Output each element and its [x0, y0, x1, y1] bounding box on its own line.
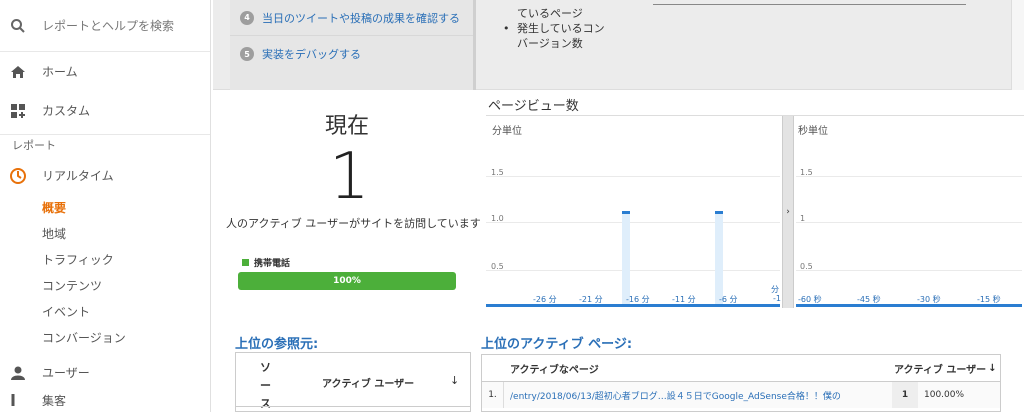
search-icon — [0, 18, 36, 34]
bullet-text: ているページ — [517, 7, 583, 20]
nav-users[interactable]: ユーザー — [0, 353, 210, 392]
mobile-legend-label: 携帯電話 — [254, 259, 291, 269]
row-count: 1 — [892, 382, 918, 408]
nav-realtime-label: リアルタイム — [42, 169, 114, 183]
row-index: 1. — [482, 382, 504, 408]
nav-realtime-content[interactable]: コンテンツ — [0, 273, 210, 299]
per-minute-label: 分単位 — [492, 126, 522, 137]
bar-highlight — [622, 211, 630, 305]
top-rule — [653, 4, 966, 5]
device-share-bar: 100% — [238, 272, 456, 290]
bullet-item: • 発生しているコン — [503, 22, 605, 35]
x-tick-label: -1 — [773, 294, 781, 303]
step-item[interactable]: 5 実装をデバッグする — [230, 36, 473, 72]
bullet-text: バージョン数 — [517, 37, 583, 50]
top-active-pages-title: 上位のアクティブ ページ: — [481, 337, 633, 352]
step-link[interactable]: 実装をデバッグする — [262, 46, 361, 62]
y-tick-label: 1.5 — [491, 168, 504, 177]
x-axis — [796, 304, 1022, 307]
mobile-legend-swatch — [242, 259, 249, 266]
panel-divider — [473, 0, 476, 90]
gridline — [486, 222, 780, 223]
bar-mark — [715, 211, 723, 214]
pageviews-title: ページビュー数 — [488, 99, 579, 114]
dashboard-icon — [0, 103, 36, 118]
now-title: 現在 — [325, 114, 370, 139]
col-header-active-users[interactable]: アクティブ ユーザー — [322, 375, 414, 390]
nav-realtime-overview[interactable]: 概要 — [0, 195, 210, 221]
nav-home-label: ホーム — [42, 65, 78, 79]
gridline — [796, 222, 1022, 223]
nav-realtime-events[interactable]: イベント — [0, 299, 210, 325]
nav-realtime-locations[interactable]: 地域 — [0, 221, 210, 247]
nav-realtime-conversions[interactable]: コンバージョン — [0, 325, 210, 351]
y-tick-label: 0.5 — [491, 262, 504, 271]
step-number: 4 — [240, 10, 254, 25]
nav-acquisition-label: 集客 — [42, 394, 67, 406]
sort-arrow-icon[interactable]: ↓ — [988, 363, 996, 374]
main-content: 4 当日のツイートや投稿の成果を確認する 5 実装をデバッグする ているページ … — [213, 0, 1024, 412]
sort-arrow-icon[interactable]: ↓ — [450, 374, 459, 387]
col-header-source[interactable]: ソース — [260, 359, 272, 412]
per-second-label: 秒単位 — [798, 126, 828, 137]
active-users-count: 1 — [329, 140, 370, 214]
person-icon — [0, 366, 36, 380]
gridline — [486, 270, 780, 271]
y-tick-label: 1 — [800, 214, 806, 223]
sidebar: レポートとヘルプを検索 ホーム カスタム レポート リアルタイム 概要 地域 ト… — [0, 0, 211, 412]
col-header-active-users[interactable]: アクティブ ユーザー — [894, 361, 986, 376]
page-link[interactable]: /entry/2018/06/13/超初心者ブログ…設４５日でGoogle_Ad… — [504, 389, 892, 402]
active-pages-table: アクティブなページ アクティブ ユーザー ↓ 1. /entry/2018/06… — [481, 354, 1001, 412]
gridline — [796, 270, 1022, 271]
bullet-text: 発生しているコン — [517, 22, 605, 35]
top-referrals-title: 上位の参照元: — [235, 337, 319, 352]
step-item[interactable]: 4 当日のツイートや投稿の成果を確認する — [230, 0, 473, 36]
chart-splitter[interactable]: › — [782, 116, 794, 308]
step-link[interactable]: 当日のツイートや投稿の成果を確認する — [262, 10, 460, 26]
nav-home[interactable]: ホーム — [0, 52, 210, 91]
gridline — [486, 176, 780, 177]
clock-icon — [0, 167, 36, 185]
y-tick-label: 0.5 — [800, 262, 813, 271]
home-icon — [0, 64, 36, 80]
table-row: 1. /entry/2018/06/13/超初心者ブログ…設４５日でGoogle… — [482, 382, 1000, 408]
nav-realtime[interactable]: リアルタイム — [0, 156, 210, 195]
row-percent: 100.00% — [924, 390, 965, 400]
pageviews-chart: 分単位 1.5 1.0 0.5 -26 分 -21 分 -16 分 -11 分 … — [486, 115, 1024, 308]
acquisition-icon — [0, 392, 36, 406]
nav-realtime-traffic[interactable]: トラフィック — [0, 247, 210, 273]
y-tick-label: 1.0 — [491, 214, 504, 223]
bar-highlight — [715, 211, 723, 305]
nav-users-label: ユーザー — [42, 366, 90, 380]
report-search[interactable]: レポートとヘルプを検索 — [0, 0, 210, 52]
device-legend: 携帯電話 — [242, 256, 290, 269]
nav-acquisition[interactable]: 集客 — [0, 392, 210, 406]
steps-list: 4 当日のツイートや投稿の成果を確認する 5 実装をデバッグする — [230, 0, 473, 90]
referrals-table: ソース アクティブ ユーザー ↓ — [235, 352, 471, 412]
active-users-caption: 人のアクティブ ユーザーがサイトを訪問しています — [226, 217, 481, 230]
x-axis — [486, 304, 780, 307]
gridline — [796, 176, 1022, 177]
step-number: 5 — [240, 47, 254, 61]
table-row — [236, 406, 470, 411]
top-info-panel: 4 当日のツイートや投稿の成果を確認する 5 実装をデバッグする ているページ … — [213, 0, 1024, 90]
scrollbar-track[interactable] — [1011, 0, 1024, 90]
nav-custom[interactable]: カスタム — [0, 91, 210, 130]
col-header-page[interactable]: アクティブなページ — [482, 361, 894, 376]
bullet-list: ているページ • 発生しているコン バージョン数 — [503, 6, 605, 51]
table-header: アクティブなページ アクティブ ユーザー ↓ — [482, 355, 1000, 382]
nav-custom-label: カスタム — [42, 104, 91, 118]
reports-section-header: レポート — [0, 134, 210, 156]
bar-mark — [622, 211, 630, 214]
search-placeholder: レポートとヘルプを検索 — [42, 19, 175, 33]
y-tick-label: 1.5 — [800, 168, 813, 177]
chevron-right-icon: › — [786, 207, 790, 217]
